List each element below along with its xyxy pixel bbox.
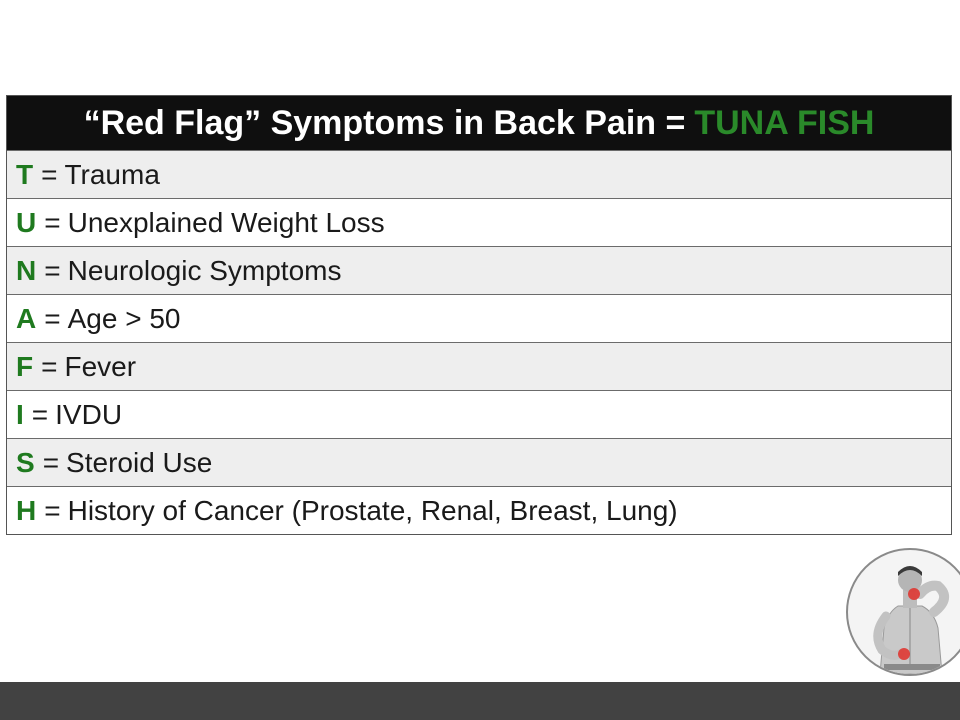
table-row: N = Neurologic Symptoms xyxy=(7,246,951,294)
footer-bar xyxy=(0,682,960,720)
row-text: History of Cancer (Prostate, Renal, Brea… xyxy=(67,494,678,526)
row-letter: I xyxy=(16,398,24,430)
table-row: F = Fever xyxy=(7,342,951,390)
row-letter: H xyxy=(16,494,37,526)
table-row: U = Unexplained Weight Loss xyxy=(7,198,951,246)
row-text: Fever xyxy=(64,350,137,382)
table-row: I = IVDU xyxy=(7,390,951,438)
row-equals: = xyxy=(42,446,60,478)
table-row: H = History of Cancer (Prostate, Renal, … xyxy=(7,486,951,534)
row-equals: = xyxy=(44,206,61,238)
title-accent-text: TUNA FISH xyxy=(694,103,875,142)
table-row: T = Trauma xyxy=(7,150,951,198)
row-equals: = xyxy=(31,398,49,430)
back-pain-photo-icon xyxy=(846,548,960,676)
row-letter: T xyxy=(16,158,34,190)
row-text: Trauma xyxy=(64,158,160,190)
row-letter: S xyxy=(16,446,35,478)
row-text: IVDU xyxy=(55,398,123,430)
row-equals: = xyxy=(44,254,61,286)
row-text: Unexplained Weight Loss xyxy=(67,206,385,238)
table-title: “Red Flag” Symptoms in Back Pain = TUNA … xyxy=(7,96,951,150)
title-text: “Red Flag” Symptoms in Back Pain = xyxy=(83,103,686,142)
row-letter: A xyxy=(16,302,37,334)
row-text: Neurologic Symptoms xyxy=(67,254,342,286)
row-text: Steroid Use xyxy=(66,446,213,478)
table-row: A = Age > 50 xyxy=(7,294,951,342)
row-equals: = xyxy=(44,302,61,334)
row-text: Age > 50 xyxy=(67,302,181,334)
row-letter: N xyxy=(16,254,37,286)
row-letter: F xyxy=(16,350,34,382)
table-row: S = Steroid Use xyxy=(7,438,951,486)
back-pain-figure-icon xyxy=(873,566,949,674)
row-letter: U xyxy=(16,206,37,238)
row-equals: = xyxy=(41,350,58,382)
red-flag-table: “Red Flag” Symptoms in Back Pain = TUNA … xyxy=(6,95,952,535)
row-equals: = xyxy=(41,158,58,190)
row-equals: = xyxy=(44,494,61,526)
